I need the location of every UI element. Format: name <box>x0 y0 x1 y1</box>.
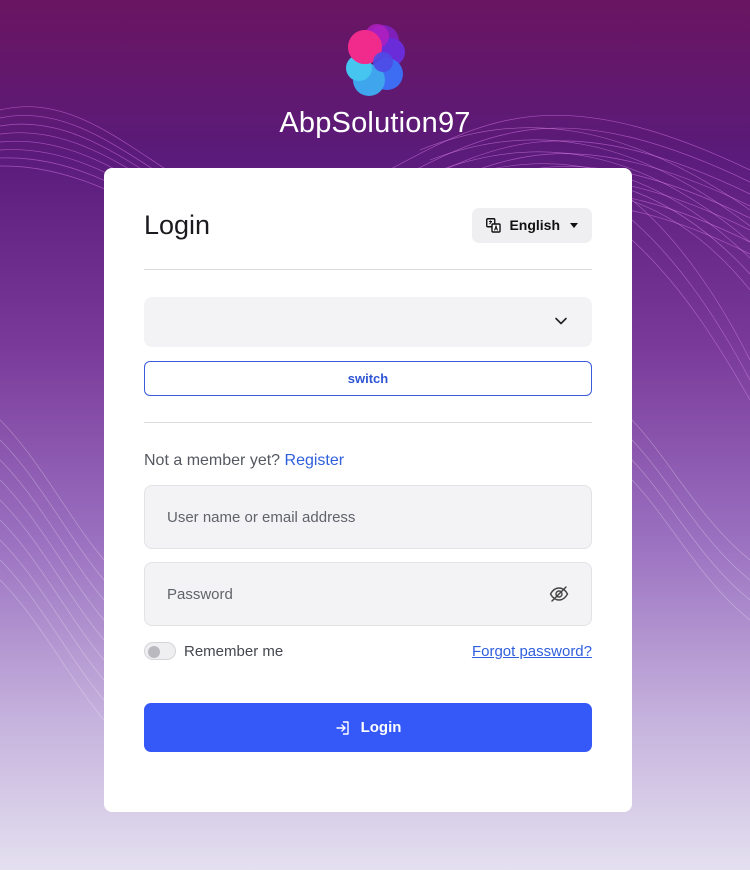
language-label: English <box>509 217 560 233</box>
login-button[interactable]: Login <box>144 703 592 752</box>
login-icon <box>335 720 349 735</box>
login-card: Login English switch Not a member yet? R… <box>104 168 632 812</box>
register-line: Not a member yet? Register <box>144 451 592 471</box>
forgot-password-link[interactable]: Forgot password? <box>472 643 592 660</box>
switch-button[interactable]: switch <box>144 361 592 396</box>
eye-slash-icon[interactable] <box>549 584 569 604</box>
flower-logo-icon <box>346 24 405 96</box>
username-placeholder: User name or email address <box>167 508 356 526</box>
password-placeholder: Password <box>167 585 233 603</box>
app-name: AbpSolution97 <box>279 107 471 139</box>
register-prompt: Not a member yet? <box>144 452 281 469</box>
remember-me-toggle[interactable] <box>144 642 176 660</box>
chevron-down-icon <box>555 317 567 325</box>
page-title: Login <box>144 209 211 240</box>
divider <box>144 269 592 270</box>
username-field[interactable]: User name or email address <box>144 485 592 549</box>
card-header: Login English <box>144 207 592 243</box>
register-link[interactable]: Register <box>285 452 345 469</box>
password-field[interactable]: Password <box>144 562 592 626</box>
language-dropdown[interactable]: English <box>472 207 592 243</box>
login-button-label: Login <box>360 719 402 736</box>
brand-header: AbpSolution97 <box>0 22 750 140</box>
remember-me-label: Remember me <box>184 642 284 660</box>
tenant-select[interactable] <box>144 297 592 347</box>
translate-icon <box>486 217 502 233</box>
divider <box>144 422 592 423</box>
remember-me: Remember me <box>144 642 283 660</box>
remember-row: Remember me Forgot password? <box>144 641 592 661</box>
caret-down-icon <box>570 222 578 228</box>
